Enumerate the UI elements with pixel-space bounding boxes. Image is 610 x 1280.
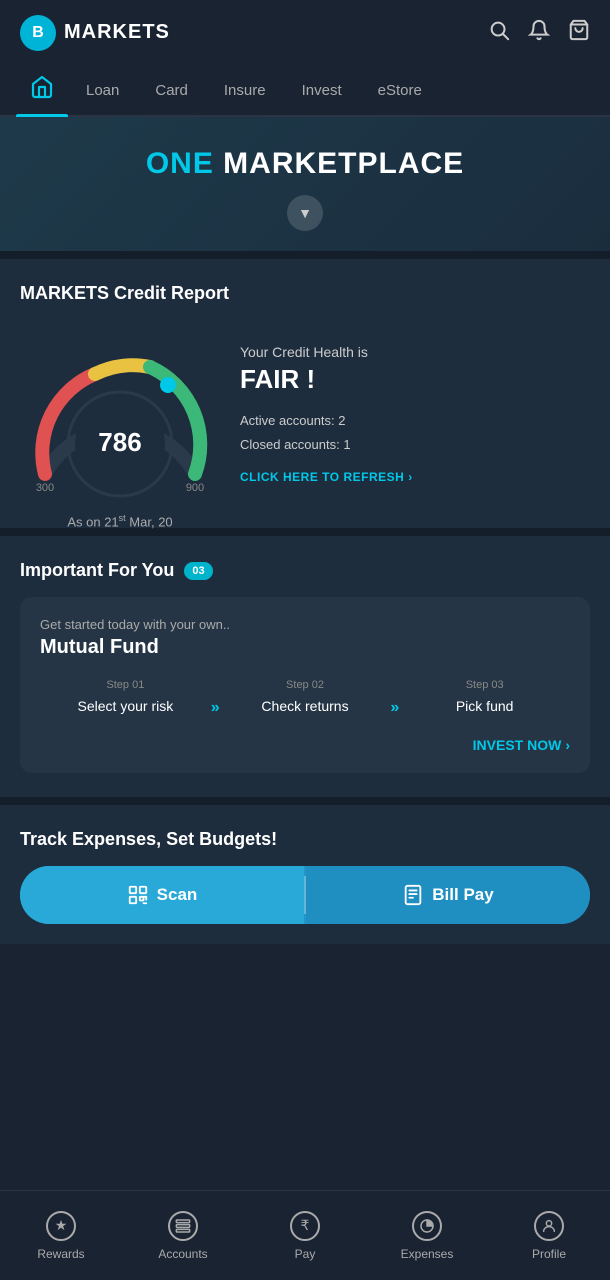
nav-tab-invest[interactable]: Invest [284, 68, 360, 113]
mf-step-3-label: Step 03 [399, 679, 570, 691]
bill-pay-button[interactable]: Bill Pay [306, 866, 590, 924]
nav-tabs: Loan Card Insure Invest eStore [0, 65, 610, 117]
bell-icon[interactable] [528, 19, 550, 47]
important-title: Important For You [20, 560, 174, 581]
nav-home-button[interactable] [16, 65, 68, 115]
nav-tab-estore[interactable]: eStore [360, 68, 440, 113]
mf-step-2: Step 02 Check returns [220, 679, 391, 717]
mf-arrow-2: » [390, 679, 399, 717]
mf-step-1-text: Select your risk [40, 697, 211, 717]
bill-pay-label: Bill Pay [432, 885, 493, 905]
rewards-label: Rewards [37, 1247, 84, 1261]
credit-info: Your Credit Health is FAIR ! Active acco… [240, 344, 590, 484]
rewards-icon: ★ [46, 1211, 76, 1241]
mf-title: Mutual Fund [40, 636, 570, 659]
logo: B MARKETS [20, 15, 170, 51]
mf-step-1-label: Step 01 [40, 679, 211, 691]
header: B MARKETS [0, 0, 610, 65]
important-section: Important For You 03 Get started today w… [0, 536, 610, 797]
mutual-fund-card: Get started today with your own.. Mutual… [20, 597, 590, 773]
credit-health-label: Your Credit Health is [240, 344, 590, 360]
track-title: Track Expenses, Set Budgets! [20, 829, 590, 850]
bottom-nav-expenses[interactable]: Expenses [366, 1201, 488, 1271]
bottom-nav-rewards[interactable]: ★ Rewards [0, 1201, 122, 1271]
scan-bill-buttons: Scan Bill Pay [20, 866, 590, 924]
profile-label: Profile [532, 1247, 566, 1261]
mf-step-2-label: Step 02 [220, 679, 391, 691]
important-header: Important For You 03 [20, 560, 590, 581]
mf-step-2-text: Check returns [220, 697, 391, 717]
credit-report-section: MARKETS Credit Report 786 300 [0, 259, 610, 528]
pay-icon: ₹ [290, 1211, 320, 1241]
closed-accounts: Closed accounts: 1 [240, 433, 590, 456]
svg-text:786: 786 [98, 427, 141, 457]
expenses-icon [412, 1211, 442, 1241]
mf-step-3: Step 03 Pick fund [399, 679, 570, 717]
bottom-nav-pay[interactable]: ₹ Pay [244, 1201, 366, 1271]
accounts-label: Accounts [158, 1247, 207, 1261]
gauge-svg: 786 300 900 [20, 324, 220, 504]
refresh-link[interactable]: CLICK HERE TO REFRESH › [240, 470, 590, 484]
credit-accounts: Active accounts: 2 Closed accounts: 1 [240, 409, 590, 456]
hero-chevron-btn[interactable]: ▼ [287, 195, 323, 231]
hero-one: ONE [146, 147, 214, 180]
hero-marketplace: MARKETPLACE [223, 147, 464, 180]
logo-icon: B [20, 15, 56, 51]
mf-steps: Step 01 Select your risk » Step 02 Check… [40, 679, 570, 717]
invest-now-button[interactable]: INVEST NOW › [40, 737, 570, 753]
svg-text:900: 900 [186, 482, 204, 494]
logo-text: MARKETS [64, 21, 170, 44]
gauge-date: As on 21st Mar, 20 [20, 513, 220, 529]
mf-step-3-text: Pick fund [399, 697, 570, 717]
hero-banner: ONE MARKETPLACE ▼ [0, 117, 610, 251]
gauge-container: 786 300 900 As on 21st Mar, 20 [20, 324, 220, 504]
credit-content: 786 300 900 As on 21st Mar, 20 Your Cred… [20, 324, 590, 504]
accounts-icon [168, 1211, 198, 1241]
important-badge: 03 [184, 562, 212, 580]
scan-label: Scan [157, 885, 198, 905]
scan-button[interactable]: Scan [20, 866, 304, 924]
nav-tab-card[interactable]: Card [137, 68, 206, 113]
bottom-nav-profile[interactable]: Profile [488, 1201, 610, 1271]
credit-health-status: FAIR ! [240, 364, 590, 395]
mf-subtitle: Get started today with your own.. [40, 617, 570, 632]
nav-tab-insure[interactable]: Insure [206, 68, 284, 113]
hero-chevron[interactable]: ▼ [20, 195, 590, 231]
active-accounts: Active accounts: 2 [240, 409, 590, 432]
profile-icon [534, 1211, 564, 1241]
mf-arrow-1: » [211, 679, 220, 717]
track-section: Track Expenses, Set Budgets! Scan Bill P… [0, 805, 610, 944]
credit-report-title: MARKETS Credit Report [20, 283, 590, 304]
svg-text:300: 300 [36, 482, 54, 494]
cart-icon[interactable] [568, 19, 590, 47]
hero-text: ONE MARKETPLACE [20, 147, 590, 181]
bottom-nav: ★ Rewards Accounts ₹ Pay Expenses Profil… [0, 1190, 610, 1280]
nav-tab-loan[interactable]: Loan [68, 68, 137, 113]
header-icons [488, 19, 590, 47]
mf-step-1: Step 01 Select your risk [40, 679, 211, 717]
search-icon[interactable] [488, 19, 510, 47]
pay-label: Pay [295, 1247, 316, 1261]
bottom-nav-accounts[interactable]: Accounts [122, 1201, 244, 1271]
expenses-label: Expenses [401, 1247, 454, 1261]
